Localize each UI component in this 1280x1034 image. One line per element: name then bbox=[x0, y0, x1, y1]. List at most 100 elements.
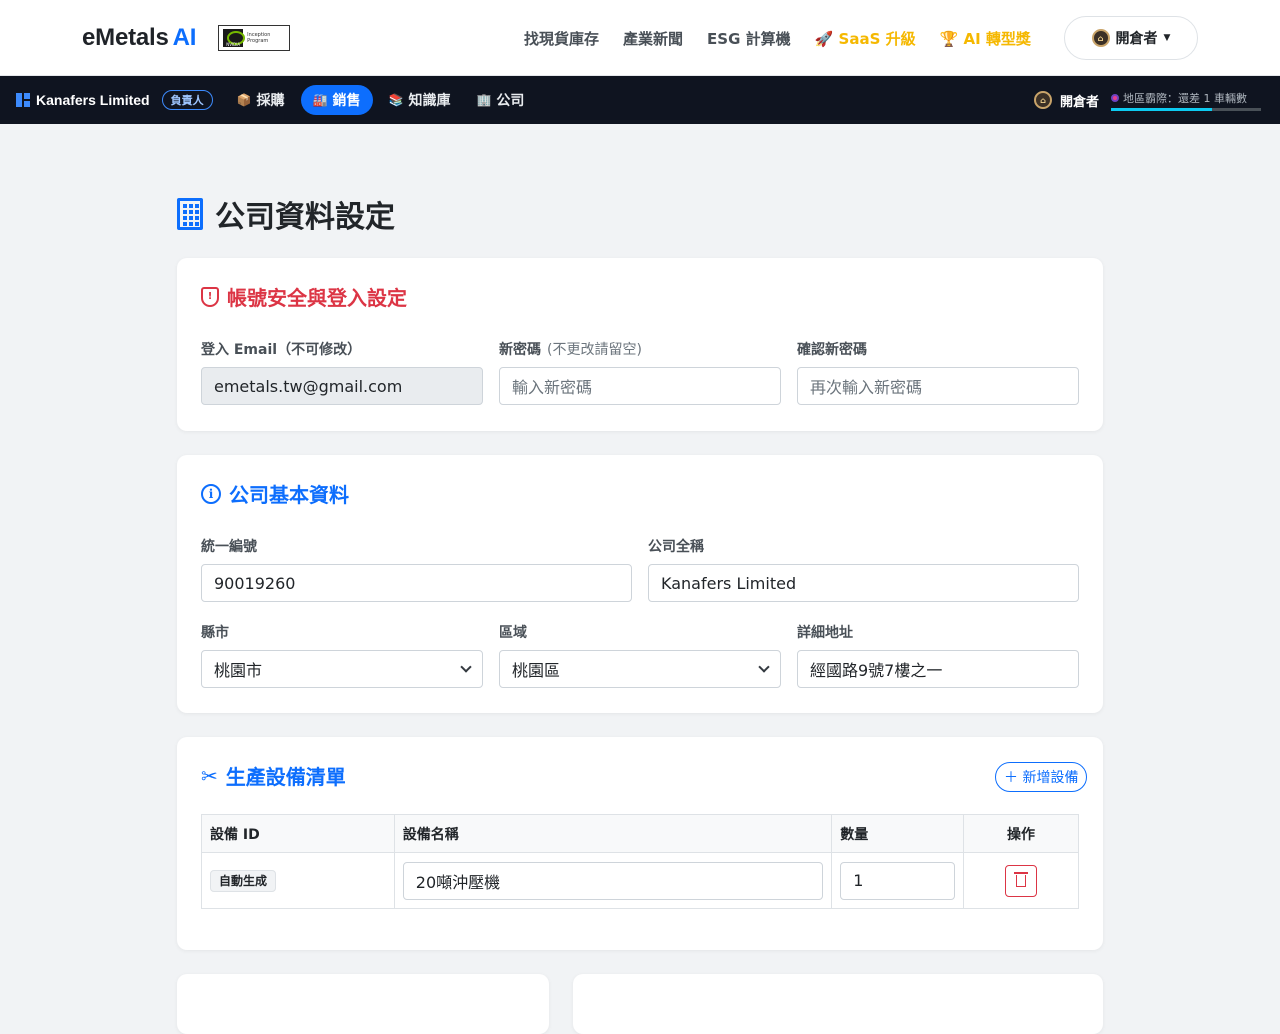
delete-equipment-button[interactable] bbox=[1005, 864, 1038, 897]
equipment-id-cell: 自動生成 bbox=[201, 852, 395, 909]
add-equipment-button[interactable]: ＋ 新增設備 bbox=[995, 762, 1088, 792]
badge-brand: NVIDIA bbox=[226, 41, 241, 47]
workspace-tabs: 📦 採購 🏭 銷售 📚 知識庫 🏢 公司 bbox=[227, 85, 535, 115]
confirm-password-input[interactable]: 再次輸入新密碼 bbox=[797, 367, 1079, 405]
nav-stock-search[interactable]: 找現貨庫存 bbox=[524, 28, 599, 49]
new-password-label-text: 新密碼 bbox=[499, 342, 541, 358]
company-fields-row1: 統一編號 90019260 公司全稱 Kanafers Limited bbox=[201, 536, 1079, 602]
actions-cell bbox=[963, 852, 1079, 909]
nav-industry-news[interactable]: 產業新聞 bbox=[623, 28, 683, 49]
security-card-title: ! 帳號安全與登入設定 bbox=[201, 282, 1079, 311]
table-row: 自動生成 20噸沖壓機 1 bbox=[201, 852, 1079, 909]
company-info-title: 公司基本資料 bbox=[229, 483, 349, 507]
quantity-input[interactable]: 1 bbox=[840, 861, 956, 900]
company-name-input[interactable]: Kanafers Limited bbox=[648, 564, 1079, 602]
region-progress: 地區霸際：還差 1 車輛數 bbox=[1111, 90, 1262, 111]
progress-bar bbox=[1111, 107, 1262, 111]
shield-icon: ! bbox=[201, 286, 219, 307]
top-header: eMetals AI NVIDIA Inception Program 找現貨庫存… bbox=[0, 0, 1280, 76]
district-select[interactable]: 桃園區 bbox=[499, 650, 781, 688]
office-building-icon: 🏢 bbox=[476, 93, 492, 107]
main-content: 公司資料設定 ! 帳號安全與登入設定 登入 Email（不可修改） emetal… bbox=[177, 124, 1103, 1034]
confirm-password-label: 確認新密碼 bbox=[797, 342, 867, 358]
nav-saas-upgrade[interactable]: 🚀 SaaS 升級 bbox=[815, 28, 916, 49]
col-equipment-name: 設備名稱 bbox=[393, 814, 833, 853]
address-group: 詳細地址 經國路9號7樓之一 bbox=[797, 622, 1079, 688]
tab-company[interactable]: 🏢 公司 bbox=[466, 85, 534, 115]
district-label: 區域 bbox=[499, 625, 527, 641]
tools-icon: ✂ bbox=[201, 763, 218, 788]
tab-sales[interactable]: 🏭 銷售 bbox=[300, 85, 373, 115]
page-title: 公司資料設定 bbox=[215, 200, 395, 235]
tab-label: 採購 bbox=[256, 93, 285, 109]
nvidia-eye-icon: NVIDIA bbox=[223, 28, 246, 47]
tax-id-group: 統一編號 90019260 bbox=[201, 536, 632, 602]
tax-id-label: 統一編號 bbox=[201, 539, 257, 555]
city-value: 桃園市 bbox=[214, 661, 263, 680]
new-password-group: 新密碼 (不更改請留空) 輸入新密碼 bbox=[499, 339, 781, 405]
col-actions: 操作 bbox=[963, 814, 1079, 853]
chevron-down-icon bbox=[460, 661, 472, 673]
factory-icon: 🏭 bbox=[312, 93, 328, 107]
security-fields: 登入 Email（不可修改） emetals.tw@gmail.com 新密碼 (… bbox=[201, 339, 1079, 405]
caret-down-icon: ▼ bbox=[1163, 33, 1171, 43]
account-security-card: ! 帳號安全與登入設定 登入 Email（不可修改） emetals.tw@gm… bbox=[177, 258, 1103, 431]
security-title: 帳號安全與登入設定 bbox=[227, 286, 407, 310]
equipment-table: 設備 ID 設備名稱 數量 操作 自動生成 20噸沖壓機 1 bbox=[201, 814, 1079, 909]
new-password-label: 新密碼 (不更改請留空) bbox=[499, 339, 781, 359]
user-avatar: ⌂ bbox=[1091, 29, 1110, 47]
company-info-card: i 公司基本資料 統一編號 90019260 公司全稱 Kanafers Lim… bbox=[177, 455, 1103, 713]
info-icon: i bbox=[201, 483, 221, 504]
equipment-title: 生產設備清單 bbox=[225, 765, 346, 789]
email-field: emetals.tw@gmail.com bbox=[201, 367, 483, 405]
tab-purchase[interactable]: 📦 採購 bbox=[227, 85, 295, 115]
company-switcher[interactable]: Kanafers Limited 負責人 bbox=[16, 90, 213, 110]
new-password-hint: (不更改請留空) bbox=[547, 342, 642, 358]
tax-id-input[interactable]: 90019260 bbox=[201, 564, 632, 602]
equipment-card-title: ✂ 生產設備清單 bbox=[201, 761, 1079, 790]
target-icon bbox=[1111, 93, 1120, 102]
confirm-password-group: 確認新密碼 再次輸入新密碼 bbox=[797, 339, 1079, 405]
city-select[interactable]: 桃園市 bbox=[201, 650, 483, 688]
page-header: 公司資料設定 bbox=[177, 196, 1103, 235]
role-badge: 負責人 bbox=[161, 90, 213, 110]
brand-ai: AI bbox=[172, 23, 197, 51]
auto-generated-tag: 自動生成 bbox=[210, 870, 277, 892]
equipment-name-cell: 20噸沖壓機 bbox=[393, 852, 833, 909]
city-group: 縣市 桃園市 bbox=[201, 622, 483, 688]
brand-logo[interactable]: eMetals AI bbox=[82, 24, 196, 52]
trash-icon bbox=[1014, 871, 1029, 887]
email-field-group: 登入 Email（不可修改） emetals.tw@gmail.com bbox=[201, 339, 483, 405]
user-menu-button[interactable]: ⌂ 開倉者 ▼ bbox=[1064, 16, 1198, 60]
user-status: ⌂ 開倉者 地區霸際：還差 1 車輛數 bbox=[1034, 76, 1262, 124]
progress-fill bbox=[1111, 107, 1212, 111]
full-name-group: 公司全稱 Kanafers Limited bbox=[648, 536, 1079, 602]
badge-text: Inception Program bbox=[247, 31, 271, 44]
nvidia-inception-badge: NVIDIA Inception Program bbox=[218, 24, 291, 51]
user-name: 開倉者 bbox=[1060, 94, 1100, 110]
progress-text: 地區霸際：還差 1 車輛數 bbox=[1123, 91, 1248, 105]
tab-label: 公司 bbox=[496, 93, 525, 109]
address-input[interactable]: 經國路9號7樓之一 bbox=[797, 650, 1079, 688]
bottom-cards bbox=[177, 974, 1103, 1034]
equipment-name-input[interactable]: 20噸沖壓機 bbox=[402, 861, 824, 900]
user-avatar[interactable]: ⌂ bbox=[1034, 91, 1052, 109]
new-password-input[interactable]: 輸入新密碼 bbox=[499, 367, 781, 405]
district-value: 桃園區 bbox=[512, 661, 561, 680]
email-label: 登入 Email（不可修改） bbox=[201, 342, 362, 358]
main-nav: 找現貨庫存 產業新聞 ESG 計算機 🚀 SaaS 升級 🏆 AI 轉型獎 bbox=[524, 0, 1031, 76]
bottom-card-right bbox=[573, 974, 1103, 1034]
workspace-nav: Kanafers Limited 負責人 📦 採購 🏭 銷售 📚 知識庫 🏢 公… bbox=[0, 76, 1280, 124]
dashboard-icon bbox=[16, 93, 30, 107]
address-label: 詳細地址 bbox=[797, 625, 853, 641]
col-quantity: 數量 bbox=[831, 814, 965, 853]
nav-esg-calculator[interactable]: ESG 計算機 bbox=[707, 28, 791, 49]
brand-name: eMetals bbox=[82, 23, 169, 51]
nav-ai-award[interactable]: 🏆 AI 轉型獎 bbox=[940, 28, 1031, 49]
district-group: 區域 桃園區 bbox=[499, 622, 781, 688]
city-label: 縣市 bbox=[201, 625, 229, 641]
full-name-label: 公司全稱 bbox=[648, 539, 704, 555]
tab-knowledge[interactable]: 📚 知識庫 bbox=[379, 85, 461, 115]
tab-label: 知識庫 bbox=[408, 93, 451, 109]
user-name: 開倉者 bbox=[1115, 31, 1158, 47]
